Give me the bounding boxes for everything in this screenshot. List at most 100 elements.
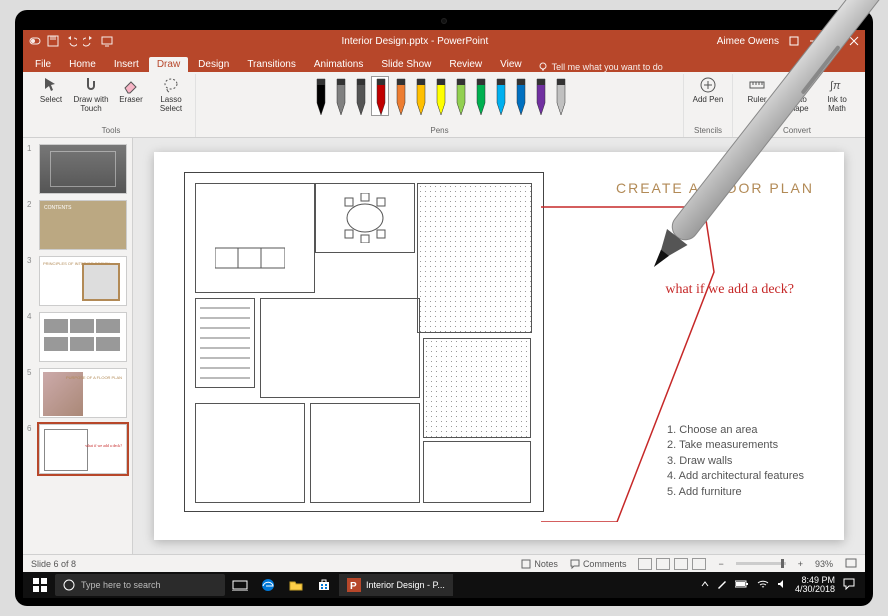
tab-file[interactable]: File <box>27 57 59 72</box>
tab-design[interactable]: Design <box>190 57 237 72</box>
ribbon: Select Draw with Touch Eraser Lasso Sele… <box>23 72 865 138</box>
tray-volume-icon[interactable] <box>777 579 787 591</box>
pen-swatch[interactable] <box>451 76 469 116</box>
slide-steps-list[interactable]: 1. Choose an area 2. Take measurements 3… <box>667 423 804 500</box>
zoom-slider[interactable] <box>736 562 786 565</box>
action-center-icon[interactable] <box>843 578 855 592</box>
pen-swatch[interactable] <box>511 76 529 116</box>
ruler-button[interactable]: Ruler <box>739 76 775 105</box>
select-button[interactable]: Select <box>33 76 69 105</box>
fit-to-window-button[interactable] <box>845 558 857 570</box>
maximize-icon[interactable] <box>829 36 839 46</box>
lightbulb-icon <box>538 62 548 72</box>
pen-swatch[interactable] <box>551 76 569 116</box>
step-item: 2. Take measurements <box>667 438 804 453</box>
slide-headline[interactable]: CREATE A FLOOR PLAN <box>616 180 814 196</box>
slide-canvas[interactable]: CREATE A FLOOR PLAN what if we add a dec… <box>133 138 865 554</box>
step-item: 4. Add architectural features <box>667 469 804 484</box>
thumbnail-4[interactable]: 4 <box>27 312 128 362</box>
tell-me-search[interactable]: Tell me what you want to do <box>538 62 663 72</box>
start-slideshow-icon[interactable] <box>101 35 113 47</box>
comments-button[interactable]: Comments <box>570 559 627 569</box>
pen-swatch[interactable] <box>471 76 489 116</box>
search-placeholder: Type here to search <box>81 580 161 590</box>
store-icon[interactable] <box>311 574 337 596</box>
explorer-icon[interactable] <box>283 574 309 596</box>
tab-view[interactable]: View <box>492 57 530 72</box>
redo-icon[interactable] <box>83 35 95 47</box>
user-name[interactable]: Aimee Owens <box>717 36 779 47</box>
normal-view-button[interactable] <box>638 558 652 570</box>
current-slide[interactable]: CREATE A FLOOR PLAN what if we add a dec… <box>154 152 844 540</box>
windows-taskbar: Type here to search P Interior Design - … <box>23 572 865 598</box>
tray-pen-icon[interactable] <box>717 579 727 591</box>
start-button[interactable] <box>27 574 53 596</box>
close-icon[interactable] <box>849 36 859 46</box>
tab-draw[interactable]: Draw <box>149 57 188 72</box>
zoom-percent[interactable]: 93% <box>815 559 833 569</box>
tab-animations[interactable]: Animations <box>306 57 371 72</box>
pen-swatch[interactable] <box>371 76 389 116</box>
group-label-pens: Pens <box>430 124 448 137</box>
slideshow-view-button[interactable] <box>692 558 706 570</box>
zoom-in-button[interactable]: + <box>798 559 803 569</box>
pen-swatch[interactable] <box>411 76 429 116</box>
add-pen-button[interactable]: Add Pen <box>690 76 726 105</box>
tablet-camera <box>441 18 447 24</box>
group-addpen: Add Pen Stencils <box>684 74 733 137</box>
thumbnail-5[interactable]: 5PURPOSE OF A FLOOR PLAN <box>27 368 128 418</box>
task-view-button[interactable] <box>227 574 253 596</box>
tab-home[interactable]: Home <box>61 57 104 72</box>
pen-swatch[interactable] <box>391 76 409 116</box>
autosave-toggle-icon[interactable] <box>29 35 41 47</box>
thumbnail-1[interactable]: 1 <box>27 144 128 194</box>
notes-button[interactable]: Notes <box>521 559 558 569</box>
draw-with-touch-button[interactable]: Draw with Touch <box>73 76 109 114</box>
taskbar-search[interactable]: Type here to search <box>55 574 225 596</box>
document-title: Interior Design.pptx - PowerPoint <box>113 36 717 47</box>
pen-swatch[interactable] <box>431 76 449 116</box>
pen-swatch[interactable] <box>311 76 329 116</box>
ribbon-tabs: File Home Insert Draw Design Transitions… <box>23 52 865 72</box>
reading-view-button[interactable] <box>674 558 688 570</box>
tab-insert[interactable]: Insert <box>106 57 147 72</box>
tell-me-placeholder: Tell me what you want to do <box>552 62 663 72</box>
group-label-stencils: Stencils <box>694 124 722 137</box>
undo-icon[interactable] <box>65 35 77 47</box>
minimize-icon[interactable] <box>809 36 819 46</box>
group-label-convert: Convert <box>783 124 811 137</box>
tab-review[interactable]: Review <box>441 57 490 72</box>
title-bar: Interior Design.pptx - PowerPoint Aimee … <box>23 30 865 52</box>
pen-swatch[interactable] <box>331 76 349 116</box>
ink-to-shape-button[interactable]: Ink to Shape <box>779 76 815 114</box>
step-item: 3. Draw walls <box>667 454 804 469</box>
tray-wifi-icon[interactable] <box>757 579 769 591</box>
cortana-icon <box>63 579 75 591</box>
ink-to-math-button[interactable]: ∫π Ink to Math <box>819 76 855 114</box>
pen-swatch[interactable] <box>351 76 369 116</box>
taskbar-powerpoint[interactable]: P Interior Design - P... <box>339 574 453 596</box>
tray-chevron-icon[interactable] <box>701 580 709 590</box>
slide-thumbnail-panel[interactable]: 1 2CONTENTS 3PRINCIPLES OF INTERIOR DESI… <box>23 138 133 554</box>
system-clock[interactable]: 8:49 PM 4/30/2018 <box>795 576 835 594</box>
floor-plan-image <box>184 172 544 512</box>
save-icon[interactable] <box>47 35 59 47</box>
lasso-select-button[interactable]: Lasso Select <box>153 76 189 114</box>
group-pens: Pens <box>196 74 684 137</box>
group-label-tools: Tools <box>102 124 121 137</box>
sorter-view-button[interactable] <box>656 558 670 570</box>
pen-swatch[interactable] <box>531 76 549 116</box>
step-item: 1. Choose an area <box>667 423 804 438</box>
zoom-out-button[interactable]: − <box>718 559 723 569</box>
ribbon-options-icon[interactable] <box>789 36 799 46</box>
thumbnail-2[interactable]: 2CONTENTS <box>27 200 128 250</box>
thumbnail-3[interactable]: 3PRINCIPLES OF INTERIOR DESIGN <box>27 256 128 306</box>
group-tools: Select Draw with Touch Eraser Lasso Sele… <box>27 74 196 137</box>
thumbnail-6[interactable]: 6what if we add a deck? <box>27 424 128 474</box>
pen-swatch[interactable] <box>491 76 509 116</box>
edge-icon[interactable] <box>255 574 281 596</box>
tray-battery-icon[interactable] <box>735 580 749 590</box>
eraser-button[interactable]: Eraser <box>113 76 149 105</box>
tab-slideshow[interactable]: Slide Show <box>373 57 439 72</box>
tab-transitions[interactable]: Transitions <box>239 57 304 72</box>
